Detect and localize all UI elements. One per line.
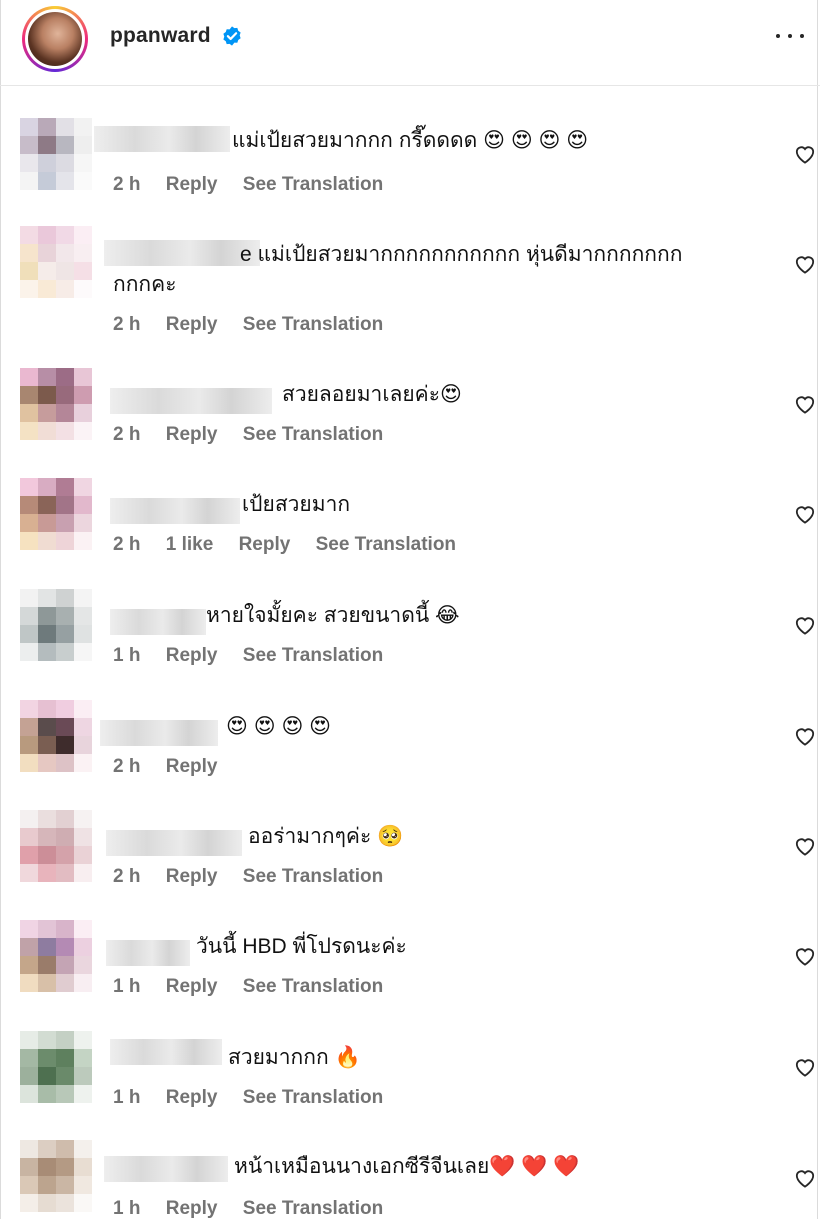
comment-time: 1 h (113, 976, 141, 997)
commenter-avatar[interactable] (20, 700, 92, 772)
redacted-username (104, 240, 260, 266)
commenter-avatar[interactable] (20, 920, 92, 992)
comment-time: 2 h (113, 174, 141, 195)
see-translation-button[interactable]: See Translation (243, 424, 383, 445)
heart-icon[interactable] (794, 254, 816, 274)
heart-icon[interactable] (794, 144, 816, 164)
reply-button[interactable]: Reply (166, 1198, 218, 1219)
avatar-photo (28, 12, 82, 66)
comment-time: 2 h (113, 866, 141, 887)
redacted-username (106, 830, 242, 856)
comment-time: 1 h (113, 1198, 141, 1219)
comment-time: 1 h (113, 645, 141, 666)
commenter-avatar[interactable] (20, 368, 92, 440)
redacted-username (110, 498, 240, 524)
see-translation-button[interactable]: See Translation (243, 1087, 383, 1108)
comment-text-continued: กกกคะ (113, 273, 177, 296)
heart-icon[interactable] (794, 504, 816, 524)
comment-text: สวยมากกก 🔥 (228, 1046, 361, 1069)
comment-text: วันนี้ HBD พี่โปรดนะค่ะ (196, 935, 407, 958)
commenter-avatar[interactable] (20, 810, 92, 882)
redacted-username (110, 388, 272, 414)
redacted-username (106, 940, 190, 966)
reply-button[interactable]: Reply (166, 174, 218, 195)
heart-icon[interactable] (794, 726, 816, 746)
redacted-username (94, 126, 230, 152)
profile-avatar[interactable] (22, 6, 88, 72)
more-options-icon[interactable] (776, 24, 804, 48)
comment-text: หายใจมั้ยคะ สวยขนาดนี้ 😂 (206, 604, 460, 627)
heart-icon[interactable] (794, 1057, 816, 1077)
comment-time: 2 h (113, 314, 141, 335)
redacted-username (110, 1039, 222, 1065)
see-translation-button[interactable]: See Translation (316, 534, 456, 555)
comment-text: แม่เป้ยสวยมากกก กรี๊ดดดด 😍 😍 😍 😍 (232, 129, 589, 152)
redacted-username (110, 609, 206, 635)
heart-icon[interactable] (794, 1168, 816, 1188)
comment-text: e แม่เป้ยสวยมากกกกกกกกกกก หุ่นดีมากกกกกก… (240, 243, 683, 266)
comment-time: 1 h (113, 1087, 141, 1108)
verified-badge-icon (223, 26, 241, 46)
post-header: ppanward (0, 0, 820, 86)
heart-icon[interactable] (794, 836, 816, 856)
redacted-username (104, 1156, 228, 1182)
see-translation-button[interactable]: See Translation (243, 866, 383, 887)
comment-time: 2 h (113, 756, 141, 777)
commenter-avatar[interactable] (20, 226, 92, 298)
heart-icon[interactable] (794, 615, 816, 635)
see-translation-button[interactable]: See Translation (243, 1198, 383, 1219)
like-count[interactable]: 1 like (166, 534, 214, 555)
comment-text: 😍 😍 😍 😍 (226, 715, 332, 738)
redacted-username (100, 720, 218, 746)
commenter-avatar[interactable] (20, 589, 92, 661)
heart-icon[interactable] (794, 946, 816, 966)
reply-button[interactable]: Reply (166, 314, 218, 335)
see-translation-button[interactable]: See Translation (243, 645, 383, 666)
reply-button[interactable]: Reply (166, 976, 218, 997)
commenter-avatar[interactable] (20, 478, 92, 550)
commenter-avatar[interactable] (20, 1140, 92, 1212)
see-translation-button[interactable]: See Translation (243, 174, 383, 195)
reply-button[interactable]: Reply (239, 534, 291, 555)
commenter-avatar[interactable] (20, 1031, 92, 1103)
commenter-avatar[interactable] (20, 118, 92, 190)
reply-button[interactable]: Reply (166, 756, 218, 777)
comment-time: 2 h (113, 534, 141, 555)
see-translation-button[interactable]: See Translation (243, 976, 383, 997)
see-translation-button[interactable]: See Translation (243, 314, 383, 335)
comment-text: ออร่ามากๆค่ะ 🥺 (248, 825, 404, 848)
reply-button[interactable]: Reply (166, 1087, 218, 1108)
heart-icon[interactable] (794, 394, 816, 414)
username-link[interactable]: ppanward (110, 24, 211, 48)
comment-text: เป้ยสวยมาก (242, 493, 351, 516)
comment-text: สวยลอยมาเลยค่ะ😍 (282, 383, 462, 406)
reply-button[interactable]: Reply (166, 645, 218, 666)
reply-button[interactable]: Reply (166, 866, 218, 887)
comment-time: 2 h (113, 424, 141, 445)
reply-button[interactable]: Reply (166, 424, 218, 445)
comment-text: หน้าเหมือนนางเอกซีรีจีนเลย❤️ ❤️ ❤️ (234, 1155, 580, 1178)
